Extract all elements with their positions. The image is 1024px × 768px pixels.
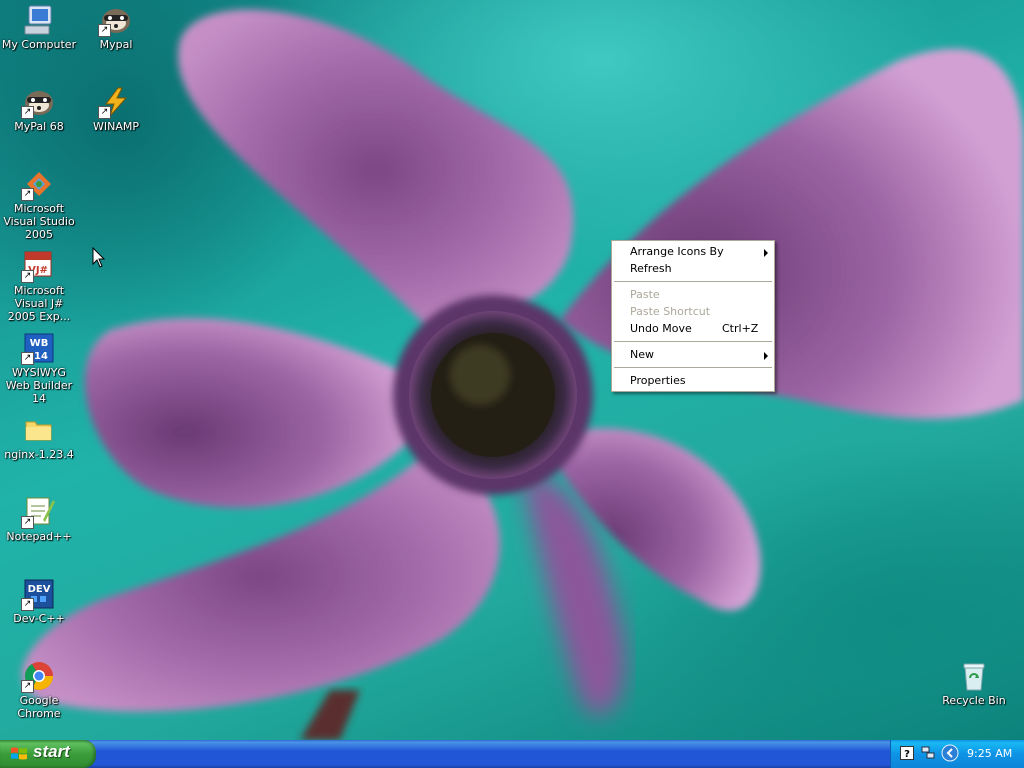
menu-item-label: Paste Shortcut xyxy=(630,305,711,318)
recycle-bin-icon xyxy=(958,660,990,692)
taskbar-clock[interactable]: 9:25 AM xyxy=(967,747,1012,760)
menu-separator xyxy=(614,341,772,342)
menu-item-label: Properties xyxy=(630,374,686,387)
shortcut-arrow-icon: ↗ xyxy=(98,24,111,37)
wysiwyg-icon-text: WB xyxy=(30,338,49,349)
desktop-icon-label: Notepad++ xyxy=(6,530,72,543)
desktop-icon-recycle-bin[interactable]: Recycle Bin xyxy=(935,660,1013,707)
mouse-cursor-icon xyxy=(92,247,106,268)
start-button[interactable]: start xyxy=(0,740,96,768)
desktop-icon-label: Google Chrome xyxy=(17,694,61,720)
desktop-icon-label: Microsoft Visual Studio 2005 xyxy=(3,202,75,241)
chrome-icon: ↗ xyxy=(21,660,55,693)
mypal-icon: ↗ xyxy=(98,4,132,37)
menu-item-label: New xyxy=(630,348,654,361)
menu-item-new[interactable]: New xyxy=(612,346,774,363)
menu-item-undo-move[interactable]: Undo Move Ctrl+Z xyxy=(612,320,774,337)
submenu-arrow-icon xyxy=(764,249,768,257)
shortcut-arrow-icon: ↗ xyxy=(98,106,111,119)
desktop-icon-label: nginx-1.23.4 xyxy=(4,448,74,461)
desktop-icon-nginx-folder[interactable]: nginx-1.23.4 xyxy=(0,414,78,461)
shortcut-arrow-icon: ↗ xyxy=(21,106,34,119)
desktop-icon-wysiwyg-web-builder[interactable]: WB 14 ↗ WYSIWYG Web Builder 14 xyxy=(0,332,78,405)
menu-item-shortcut: Ctrl+Z xyxy=(722,322,759,335)
desktop-icon-label: Mypal xyxy=(99,38,133,51)
winamp-icon: ↗ xyxy=(98,86,132,119)
desktop-context-menu: Arrange Icons By Refresh Paste Paste Sho… xyxy=(611,240,775,392)
desktop-icon-label: Recycle Bin xyxy=(942,694,1006,707)
desktop-icon-notepadpp[interactable]: ↗ Notepad++ xyxy=(0,496,78,543)
network-icon[interactable] xyxy=(921,746,935,760)
desktop-icon-label: WYSIWYG Web Builder 14 xyxy=(5,366,73,405)
menu-separator xyxy=(614,281,772,282)
show-hidden-icons-icon[interactable] xyxy=(941,744,959,762)
notepadpp-icon: ↗ xyxy=(21,496,55,529)
menu-item-arrange-icons-by[interactable]: Arrange Icons By xyxy=(612,243,774,260)
desktop-icon-visual-jsharp-2005[interactable]: VJ# ↗ Microsoft Visual J# 2005 Exp... xyxy=(0,250,78,323)
system-tray: ? 9:25 AM xyxy=(890,740,1024,768)
menu-item-label: Undo Move xyxy=(630,322,692,335)
desktop-icon-label: MyPal 68 xyxy=(14,120,64,133)
desktop-icon-label: WINAMP xyxy=(93,120,139,133)
my-computer-icon xyxy=(23,4,55,36)
desktop-icon-dev-cpp[interactable]: DEV ↗ Dev-C++ xyxy=(0,578,78,625)
menu-separator xyxy=(614,367,772,368)
menu-item-paste-shortcut: Paste Shortcut xyxy=(612,303,774,320)
menu-item-label: Arrange Icons By xyxy=(630,245,724,258)
desktop-icon-mypal[interactable]: ↗ Mypal xyxy=(77,4,155,51)
dev-cpp-icon: DEV ↗ xyxy=(21,578,55,611)
desktop-icon-label: Dev-C++ xyxy=(13,612,65,625)
shortcut-arrow-icon: ↗ xyxy=(21,680,34,693)
menu-item-properties[interactable]: Properties xyxy=(612,372,774,389)
shortcut-arrow-icon: ↗ xyxy=(21,188,34,201)
shortcut-arrow-icon: ↗ xyxy=(21,352,34,365)
mypal68-icon: ↗ xyxy=(21,86,55,119)
taskbar: start ? 9:25 AM xyxy=(0,740,1024,768)
menu-item-refresh[interactable]: Refresh xyxy=(612,260,774,277)
submenu-arrow-icon xyxy=(764,352,768,360)
shortcut-arrow-icon: ↗ xyxy=(21,598,34,611)
visual-jsharp-icon: VJ# ↗ xyxy=(21,250,55,283)
wysiwyg-web-builder-icon: WB 14 ↗ xyxy=(21,332,55,365)
shortcut-arrow-icon: ↗ xyxy=(21,270,34,283)
desktop-icon-label: Microsoft Visual J# 2005 Exp... xyxy=(7,284,71,323)
menu-item-label: Paste xyxy=(630,288,660,301)
devcpp-icon-text: DEV xyxy=(28,584,51,595)
help-icon[interactable]: ? xyxy=(900,746,914,760)
shortcut-arrow-icon: ↗ xyxy=(21,516,34,529)
visual-studio-icon: ↗ xyxy=(21,168,55,201)
desktop-icon-google-chrome[interactable]: ↗ Google Chrome xyxy=(0,660,78,720)
menu-item-paste: Paste xyxy=(612,286,774,303)
desktop-icon-winamp[interactable]: ↗ WINAMP xyxy=(77,86,155,133)
desktop-icon-mypal68[interactable]: ↗ MyPal 68 xyxy=(0,86,78,133)
svg-text:?: ? xyxy=(904,749,910,760)
menu-item-label: Refresh xyxy=(630,262,672,275)
windows-logo-icon xyxy=(11,747,27,760)
wysiwyg-icon-version: 14 xyxy=(34,351,48,362)
desktop-icon-visual-studio-2005[interactable]: ↗ Microsoft Visual Studio 2005 xyxy=(0,168,78,241)
desktop-icon-my-computer[interactable]: My Computer xyxy=(0,4,78,51)
desktop-icon-label: My Computer xyxy=(1,38,77,51)
folder-icon xyxy=(23,414,55,446)
start-label: start xyxy=(33,742,70,761)
